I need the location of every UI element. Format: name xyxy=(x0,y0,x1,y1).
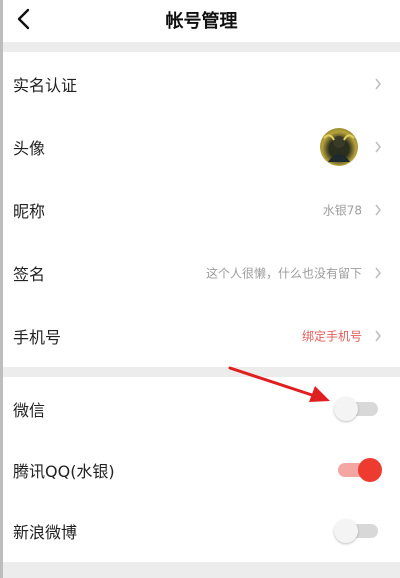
toggle-knob xyxy=(358,457,382,482)
row-phone-number[interactable]: 手机号 绑定手机号 xyxy=(3,304,400,367)
row-wechat: 微信 xyxy=(3,377,400,440)
profile-settings-card: 实名认证 头像 昵称 水银78 签名 这个人很懒，什么也没有留下 手机号 绑定手… xyxy=(3,52,400,367)
row-label: 微信 xyxy=(13,400,46,420)
bind-phone-link[interactable]: 绑定手机号 xyxy=(302,327,362,344)
chevron-right-icon xyxy=(375,267,381,278)
weibo-toggle[interactable] xyxy=(334,518,378,543)
nickname-value: 水银78 xyxy=(322,203,362,217)
row-label: 手机号 xyxy=(13,327,62,347)
row-label: 昵称 xyxy=(13,201,46,221)
social-accounts-card: 微信 腾讯QQ(水银) 新浪微博 xyxy=(3,377,400,562)
toggle-knob xyxy=(334,518,358,543)
row-real-name-verification[interactable]: 实名认证 xyxy=(3,52,400,115)
toggle-knob xyxy=(334,396,358,421)
row-nickname[interactable]: 昵称 水银78 xyxy=(3,178,400,241)
row-label: 实名认证 xyxy=(13,75,78,95)
row-label: 签名 xyxy=(13,264,46,284)
title-bar: 帐号管理 xyxy=(3,0,400,42)
row-weibo: 新浪微博 xyxy=(3,499,400,562)
row-label: 腾讯QQ(水银) xyxy=(13,461,115,481)
row-qq: 腾讯QQ(水银) xyxy=(3,438,400,501)
wechat-toggle[interactable] xyxy=(334,396,378,421)
signature-value: 这个人很懒，什么也没有留下 xyxy=(205,266,362,280)
avatar xyxy=(320,127,358,166)
row-label: 头像 xyxy=(13,138,46,158)
chevron-right-icon xyxy=(375,78,381,89)
row-signature[interactable]: 签名 这个人很懒，什么也没有留下 xyxy=(3,241,400,304)
page-title: 帐号管理 xyxy=(165,11,238,32)
chevron-right-icon xyxy=(375,141,381,152)
row-avatar[interactable]: 头像 xyxy=(3,115,400,178)
chevron-right-icon xyxy=(375,330,381,341)
qq-toggle[interactable] xyxy=(338,457,382,482)
avatar-image-icon xyxy=(323,133,355,162)
chevron-right-icon xyxy=(375,204,381,215)
row-label: 新浪微博 xyxy=(13,522,78,542)
